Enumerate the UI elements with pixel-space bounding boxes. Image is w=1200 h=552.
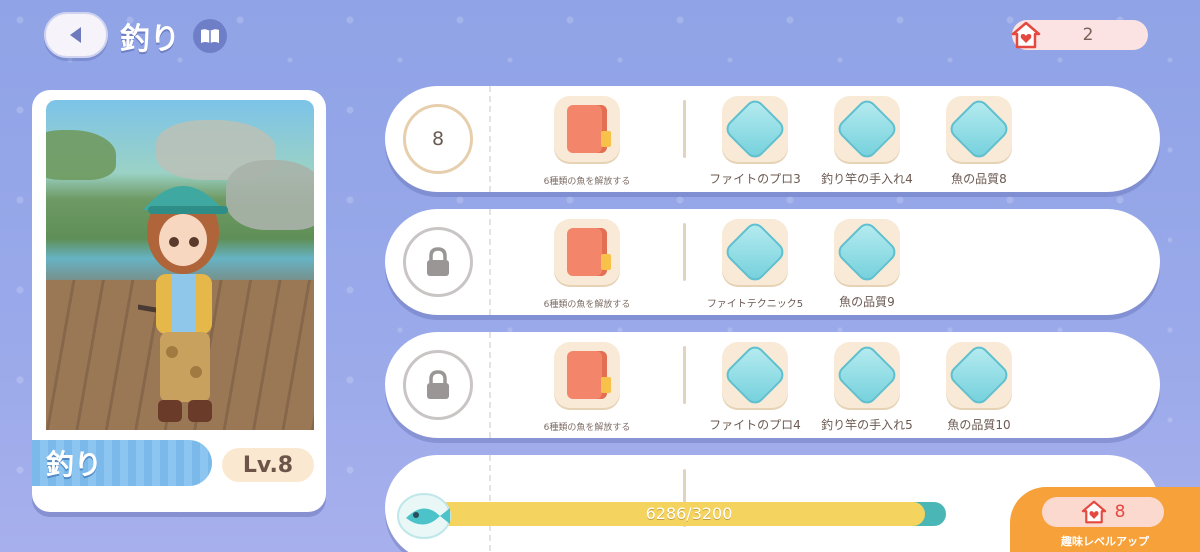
fish-skill-icon xyxy=(834,342,900,408)
xp-text: 6286/3200 xyxy=(645,504,733,523)
reward-item[interactable]: 釣り竿の手入れ4 xyxy=(812,96,922,187)
house-heart-icon xyxy=(1008,20,1044,50)
reward-item[interactable]: 魚の品質10 xyxy=(924,342,1034,433)
reward-item[interactable]: ファイトのプロ4 xyxy=(700,342,810,433)
chevron-left-icon xyxy=(70,27,81,43)
level-up-cost: 8 xyxy=(1042,497,1164,527)
lock-icon xyxy=(427,370,449,399)
reward-row: 6種類の魚を解放する ファイトテクニック5 魚の品質9 xyxy=(385,209,1160,315)
fish-skill-icon xyxy=(946,342,1012,408)
fish-skill-icon xyxy=(722,219,788,285)
fish-skill-icon xyxy=(722,342,788,408)
level-up-cost-value: 8 xyxy=(1114,502,1126,522)
page-title: 釣り xyxy=(120,22,180,57)
reward-item[interactable]: ファイトのプロ3 xyxy=(700,96,810,187)
guide-book-button[interactable] xyxy=(193,19,227,53)
house-heart-icon xyxy=(1081,500,1106,524)
fish-book-icon xyxy=(567,228,611,276)
hobby-name: 釣り xyxy=(46,448,103,481)
reward-row: 8 6種類の魚を解放する ファイトのプロ3 釣り竿の手入れ4 魚の品質8 xyxy=(385,86,1160,192)
fish-book-icon xyxy=(567,105,611,153)
fish-skill-icon xyxy=(946,96,1012,162)
fisher-character-image xyxy=(138,186,228,422)
back-button[interactable] xyxy=(44,12,108,58)
reward-item[interactable]: 魚の品質9 xyxy=(812,219,922,310)
currency-value: 2 xyxy=(1082,25,1094,45)
reward-item[interactable]: 魚の品質8 xyxy=(924,96,1034,187)
row-level-circle xyxy=(403,227,473,297)
house-points-counter: 2 xyxy=(1011,20,1148,50)
character-portrait xyxy=(46,100,314,430)
fish-skill-icon xyxy=(834,219,900,285)
fish-skill-icon xyxy=(834,96,900,162)
book-icon xyxy=(201,29,219,43)
hobby-level-badge: Lv.8 xyxy=(222,448,314,482)
reward-item[interactable]: 釣り竿の手入れ5 xyxy=(812,342,922,433)
fish-skill-icon xyxy=(722,96,788,162)
unlock-requirement[interactable]: 6種類の魚を解放する xyxy=(532,342,642,433)
fish-book-icon xyxy=(567,351,611,399)
unlock-requirement[interactable]: 6種類の魚を解放する xyxy=(532,96,642,187)
hobby-name-plate: 釣り xyxy=(32,440,212,486)
hobby-level-up-button[interactable]: 8 趣味レベルアップ xyxy=(1010,487,1200,552)
fish-shell-icon xyxy=(397,493,451,539)
row-level-circle xyxy=(403,350,473,420)
level-up-label: 趣味レベルアップ xyxy=(1061,535,1149,548)
row-level-circle: 8 xyxy=(403,104,473,174)
character-card: 釣り Lv.8 xyxy=(32,90,326,512)
hobby-xp-progress-bar: 6286/3200 xyxy=(432,502,946,526)
lock-icon xyxy=(427,247,449,276)
unlock-requirement[interactable]: 6種類の魚を解放する xyxy=(532,219,642,310)
reward-row: 6種類の魚を解放する ファイトのプロ4 釣り竿の手入れ5 魚の品質10 xyxy=(385,332,1160,438)
reward-item[interactable]: ファイトテクニック5 xyxy=(700,219,810,310)
